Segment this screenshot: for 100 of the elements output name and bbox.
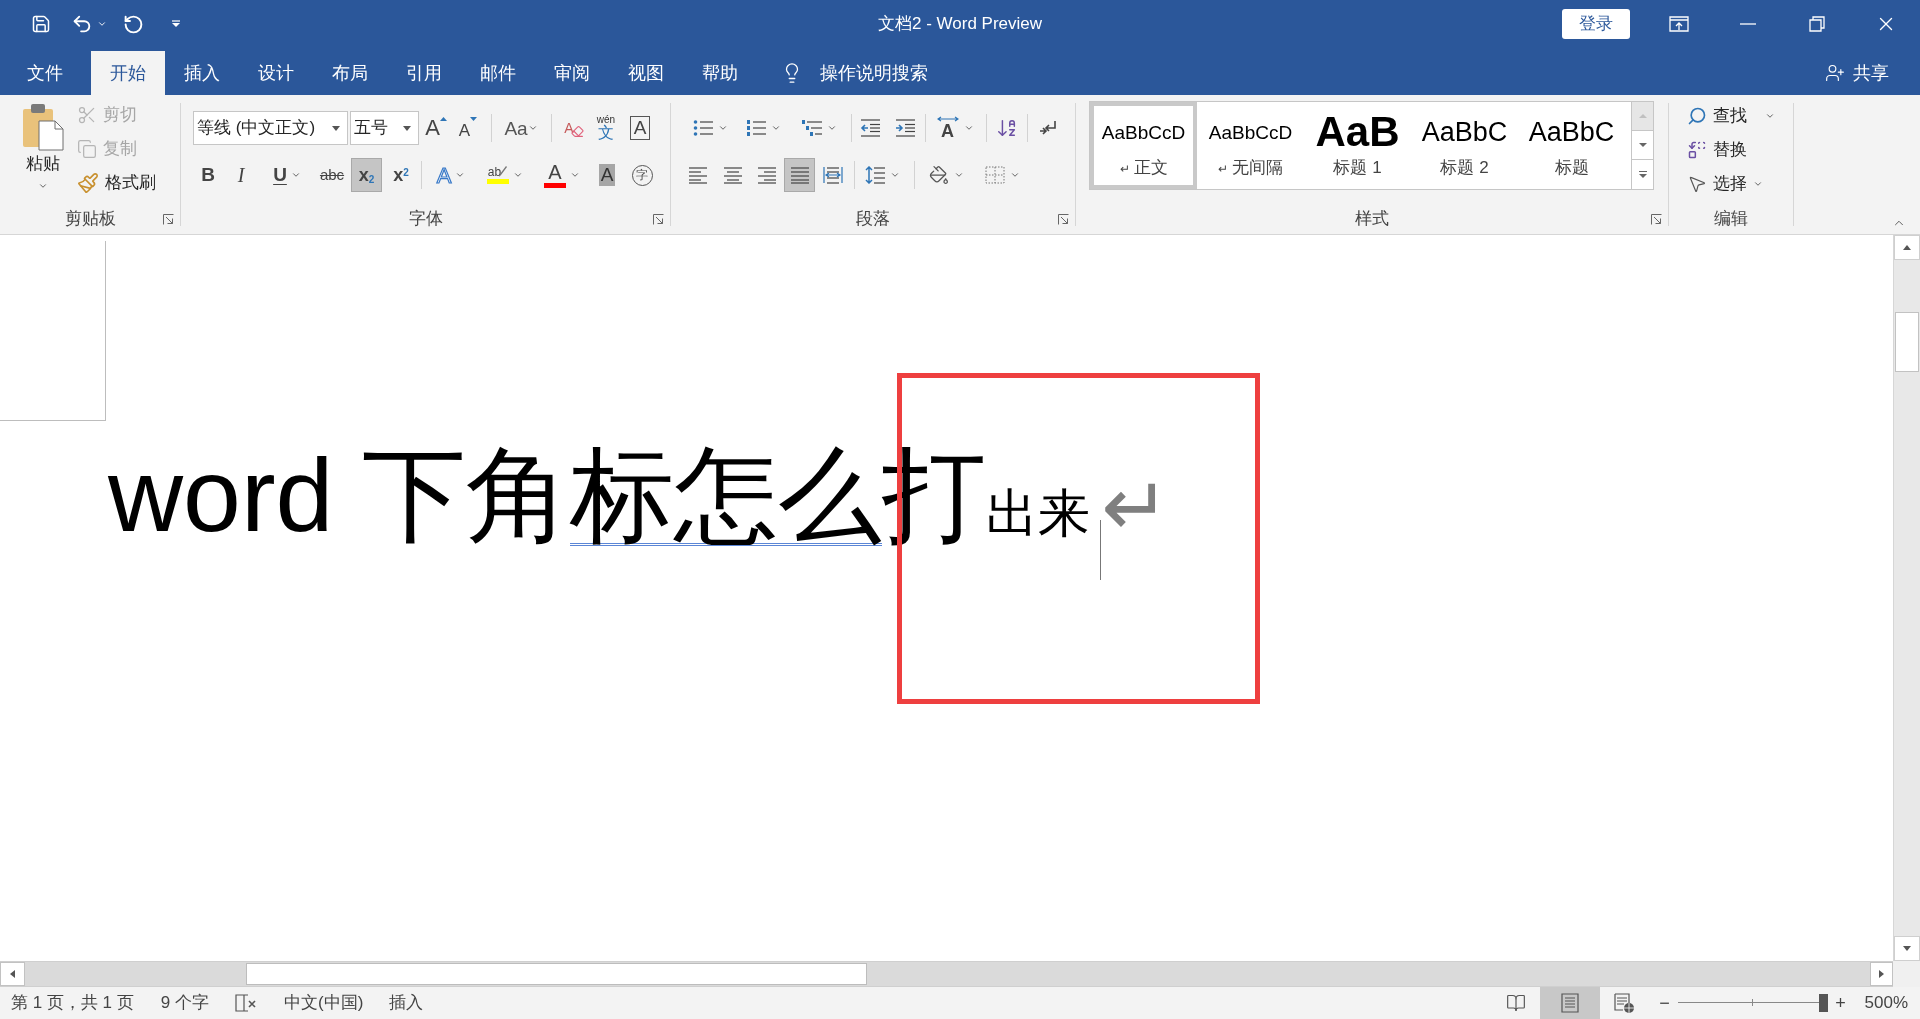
- caret-icon: [963, 123, 974, 133]
- zoom-level[interactable]: 500%: [1864, 990, 1908, 1016]
- dialog-launcher-icon[interactable]: [653, 213, 664, 225]
- italic-button[interactable]: I: [229, 158, 253, 192]
- superscript-button[interactable]: x$^{2}$: [389, 158, 413, 192]
- borders-grid-icon: [984, 166, 1005, 184]
- clipboard-icon: [22, 103, 64, 151]
- font-color-button[interactable]: A: [539, 158, 585, 192]
- scissors-icon: [77, 105, 97, 125]
- multilevel-list-icon: [801, 119, 822, 137]
- down-triangle-icon: [470, 117, 478, 121]
- proofing-button[interactable]: [235, 993, 257, 1013]
- group-label: 编辑: [1714, 208, 1748, 231]
- zoom-slider-thumb[interactable]: [1818, 994, 1828, 1012]
- align-right-icon: [757, 166, 777, 184]
- style-gallery-item[interactable]: AaBbCcD ↵ 无间隔: [1197, 102, 1304, 189]
- style-gallery-item[interactable]: AaBbC 标题: [1518, 102, 1625, 189]
- caret-icon: [717, 123, 728, 133]
- caret-icon: [826, 123, 837, 133]
- book-error-icon: [235, 993, 257, 1013]
- caret-icon: [1753, 179, 1763, 189]
- font-size-field[interactable]: 五号: [350, 111, 419, 145]
- select-button[interactable]: 选择: [1687, 167, 1763, 201]
- justify-button[interactable]: [784, 158, 815, 192]
- ribbon-tab[interactable]: 插入: [165, 51, 239, 95]
- insert-mode[interactable]: 插入: [389, 990, 424, 1016]
- highlight-button[interactable]: ab: [481, 158, 529, 192]
- dialog-launcher-icon[interactable]: [1058, 213, 1069, 225]
- up-triangle-icon: [1903, 245, 1911, 250]
- restore-icon: [1808, 16, 1825, 32]
- caret-icon: [513, 170, 523, 180]
- replace-icon: [1687, 140, 1707, 160]
- style-gallery-item[interactable]: AaB 标题 1: [1304, 102, 1411, 189]
- ribbon-tab[interactable]: 视图: [609, 51, 683, 95]
- strikethrough-button[interactable]: abc: [318, 158, 346, 192]
- style-name: ↵ 无间隔: [1218, 158, 1283, 179]
- zoom-slider[interactable]: [1677, 994, 1828, 1012]
- ribbon-tab[interactable]: 开始: [91, 51, 165, 95]
- ribbon-tab[interactable]: 审阅: [535, 51, 609, 95]
- zoom-in-button[interactable]: +: [1833, 989, 1848, 1017]
- character-border-button[interactable]: A: [627, 113, 653, 143]
- style-preview: AaBbCcD: [1101, 122, 1186, 142]
- page-count[interactable]: 第 1 页，共 1 页: [11, 990, 134, 1016]
- bold-button[interactable]: B: [196, 158, 220, 192]
- clear-formatting-button[interactable]: A: [562, 113, 586, 143]
- paste-button[interactable]: 粘贴: [12, 99, 74, 199]
- tell-me-search[interactable]: 操作说明搜索: [781, 51, 928, 95]
- ribbon-tab[interactable]: 引用: [387, 51, 461, 95]
- group-label: 段落: [856, 208, 890, 231]
- ribbon-tab[interactable]: 设计: [239, 51, 313, 95]
- page-icon: [1559, 993, 1580, 1013]
- phonetic-guide-button[interactable]: wén 文: [594, 113, 618, 143]
- caret-icon: [1009, 170, 1020, 180]
- user-add-icon: [1825, 63, 1845, 83]
- ribbon-tab[interactable]: 文件: [8, 51, 82, 95]
- scroll-up-button[interactable]: [1894, 235, 1920, 260]
- minimize-icon: [1739, 23, 1756, 25]
- ribbon-tab[interactable]: 邮件: [461, 51, 535, 95]
- font-name-field[interactable]: 等线 (中文正文): [193, 111, 348, 145]
- style-gallery-item[interactable]: AaBbCcD ↵ 正文: [1090, 102, 1197, 189]
- dropdown-arrow-icon: [403, 125, 411, 131]
- save-icon: [31, 14, 51, 34]
- scroll-right-button[interactable]: [1870, 962, 1893, 986]
- scroll-down-button[interactable]: [1894, 936, 1920, 961]
- style-preview: AaB: [1315, 111, 1400, 153]
- style-preview: AaBbC: [1528, 118, 1615, 146]
- grow-font-button[interactable]: A: [424, 113, 448, 143]
- caret-icon: [38, 181, 48, 191]
- arrows-icon: [1038, 119, 1058, 137]
- text-direction-button[interactable]: A: [934, 113, 976, 143]
- share-button[interactable]: 共享: [1825, 51, 1889, 95]
- sign-in-button[interactable]: 登录: [1562, 9, 1630, 39]
- caret-icon: [953, 170, 964, 180]
- scroll-thumb[interactable]: [1895, 312, 1919, 372]
- align-left-icon: [688, 166, 708, 184]
- ribbon-tab[interactable]: 帮助: [683, 51, 757, 95]
- find-button[interactable]: 查找: [1687, 99, 1775, 133]
- subscript-button[interactable]: x$_{2}$: [351, 158, 382, 192]
- caret-icon: [527, 123, 538, 133]
- caret-icon: [455, 170, 466, 180]
- style-gallery-item[interactable]: AaBbC 标题 2: [1411, 102, 1518, 189]
- underline-button[interactable]: U: [264, 158, 310, 192]
- search-icon: [1687, 106, 1707, 126]
- language-indicator[interactable]: 中文(中国): [284, 990, 364, 1016]
- zoom-out-button[interactable]: −: [1657, 989, 1672, 1017]
- down-triangle-icon: [1903, 946, 1911, 951]
- character-shading-button[interactable]: A: [595, 158, 619, 192]
- scroll-left-button[interactable]: [0, 962, 25, 986]
- dialog-launcher-icon[interactable]: [163, 213, 174, 225]
- shrink-font-button[interactable]: A: [456, 113, 480, 143]
- style-preview: AaBbCcD: [1208, 122, 1293, 142]
- style-name: 标题 1: [1333, 158, 1382, 178]
- replace-button[interactable]: 替换: [1687, 133, 1747, 167]
- format-painter-button[interactable]: 格式刷: [77, 166, 156, 200]
- ribbon-tab[interactable]: 布局: [313, 51, 387, 95]
- change-case-button[interactable]: Aa: [501, 113, 541, 143]
- scroll-thumb[interactable]: [246, 963, 867, 985]
- word-count[interactable]: 9 个字: [160, 990, 209, 1016]
- style-name: 标题: [1554, 158, 1589, 178]
- dialog-launcher-icon[interactable]: [1651, 213, 1662, 225]
